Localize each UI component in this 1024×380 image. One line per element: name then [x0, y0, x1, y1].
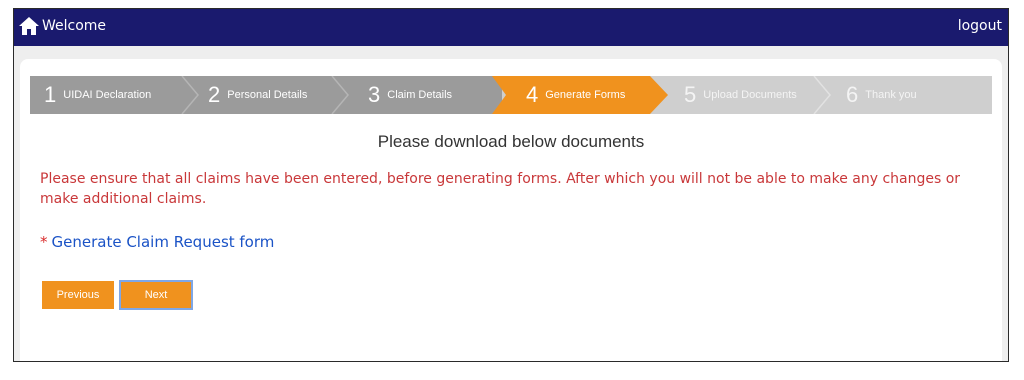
- previous-button[interactable]: Previous: [42, 281, 114, 309]
- app-frame: Welcome logout 1 UIDAI Declaration 2 Per…: [13, 8, 1009, 362]
- content-card: 1 UIDAI Declaration 2 Personal Details 3…: [20, 59, 1002, 361]
- warning-message: Please ensure that all claims have been …: [40, 171, 961, 207]
- step-number: 5: [684, 82, 697, 107]
- step-upload-documents[interactable]: 5 Upload Documents: [684, 76, 797, 114]
- step-number: 4: [526, 82, 539, 107]
- welcome-title: Welcome: [42, 18, 107, 34]
- page-heading: Please download below documents: [377, 132, 645, 151]
- next-button[interactable]: Next: [119, 280, 193, 310]
- step-separator: [331, 76, 349, 114]
- step-label: Generate Forms: [545, 89, 626, 101]
- generate-claim-request-link[interactable]: * Generate Claim Request form: [40, 233, 274, 251]
- required-mark: *: [40, 233, 48, 251]
- step-separator: [181, 76, 199, 114]
- step-separator: [813, 76, 831, 114]
- step-thank-you[interactable]: 6 Thank you: [846, 76, 917, 114]
- step-label: Personal Details: [227, 89, 308, 101]
- step-label: Claim Details: [387, 89, 453, 101]
- step-label: UIDAI Declaration: [63, 89, 152, 101]
- generate-link-label[interactable]: Generate Claim Request form: [52, 233, 275, 251]
- step-personal-details[interactable]: 2 Personal Details: [208, 76, 307, 114]
- step-claim-details[interactable]: 3 Claim Details: [368, 76, 452, 114]
- step-generate-forms[interactable]: 4 Generate Forms: [526, 76, 625, 114]
- step-number: 2: [208, 82, 221, 107]
- logout-link[interactable]: logout: [958, 18, 1002, 34]
- step-uidai-declaration[interactable]: 1 UIDAI Declaration: [44, 76, 151, 114]
- wizard-stepper: 1 UIDAI Declaration 2 Personal Details 3…: [30, 76, 992, 114]
- top-navbar: Welcome logout: [14, 9, 1008, 46]
- step-number: 1: [44, 82, 57, 107]
- step-label: Upload Documents: [703, 89, 797, 101]
- home-icon[interactable]: [18, 16, 40, 36]
- step-number: 6: [846, 82, 859, 107]
- step-number: 3: [368, 82, 381, 107]
- step-label: Thank you: [865, 89, 917, 101]
